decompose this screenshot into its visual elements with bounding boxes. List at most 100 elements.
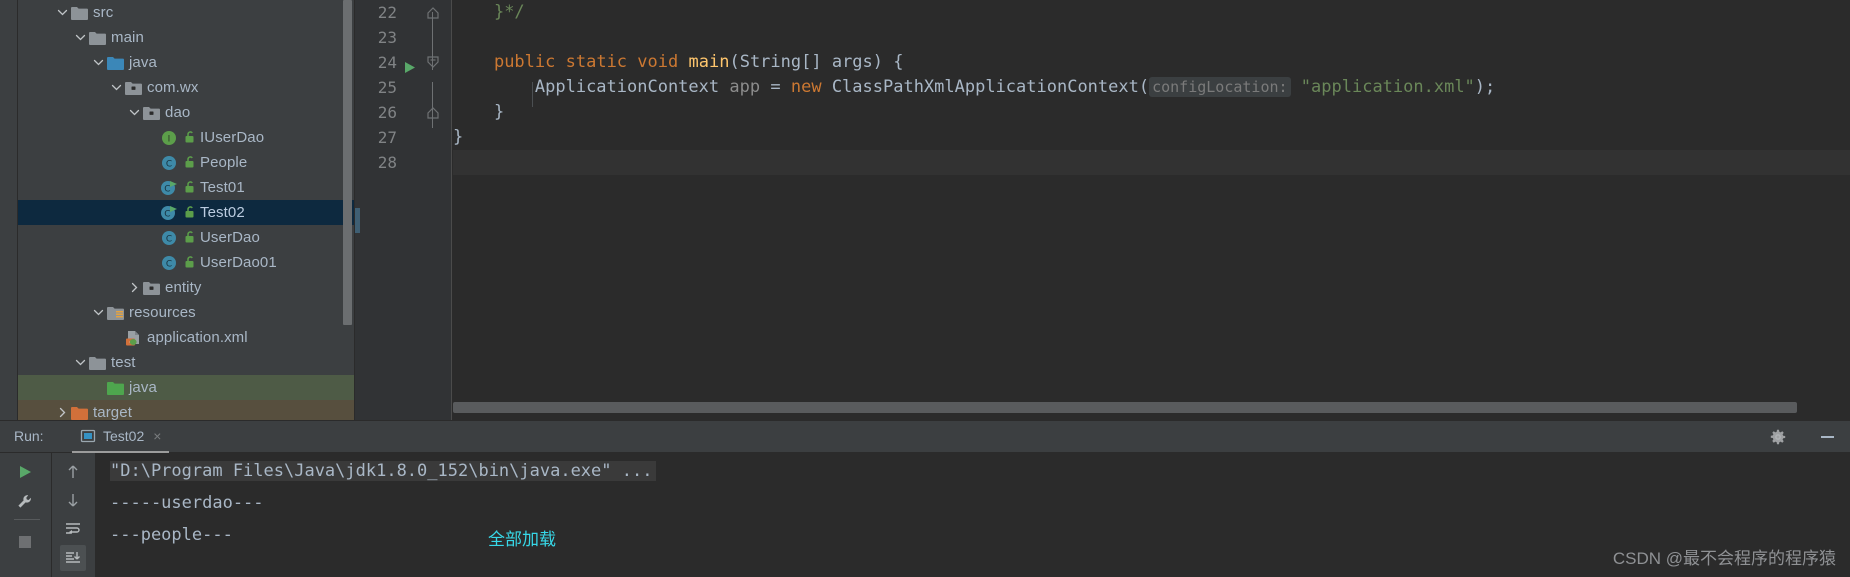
code-line-26[interactable]: } <box>453 100 504 125</box>
code-token-static: static <box>565 52 628 72</box>
chevron-down-icon[interactable] <box>72 350 88 375</box>
console-line: "D:\Program Files\Java\jdk1.8.0_152\bin\… <box>110 461 657 481</box>
tree-item-label: dao <box>165 104 191 121</box>
tree-item-test02[interactable]: C Test02 <box>18 200 355 225</box>
console-line: -----userdao--- <box>110 493 264 513</box>
tree-item-test[interactable]: test <box>18 350 355 375</box>
unlocked-padlock-icon <box>183 225 197 250</box>
prev-occurrence-button[interactable] <box>60 459 86 485</box>
fold-end-icon[interactable] <box>424 100 442 125</box>
tree-item-resources[interactable]: resources <box>18 300 355 325</box>
unlocked-padlock-icon <box>183 200 197 225</box>
run-tab-test02[interactable]: Test02 × <box>72 421 170 453</box>
tree-item-target[interactable]: target <box>18 400 355 420</box>
scroll-to-end-button[interactable] <box>60 545 86 571</box>
chevron-down-icon[interactable] <box>90 300 106 325</box>
code-text-area[interactable]: }*/ public static void main(String[] arg… <box>453 0 1850 420</box>
code-line-24[interactable]: public static void main(String[] args) { <box>453 50 904 75</box>
tree-item-label: Test01 <box>200 179 245 196</box>
tree-item-userdao[interactable]: C UserDao <box>18 225 355 250</box>
editor-horizontal-scrollbar-thumb[interactable] <box>453 402 1797 413</box>
tree-item-src[interactable]: src <box>18 0 355 25</box>
run-tab-label: Test02 <box>103 428 145 444</box>
code-line-25[interactable]: ApplicationContext app = new ClassPathXm… <box>453 75 1495 100</box>
line-number: 24 <box>377 53 397 72</box>
tree-item-label: target <box>93 404 132 420</box>
gear-icon[interactable] <box>1770 429 1786 445</box>
package-icon <box>142 100 160 125</box>
left-tool-rail <box>0 0 18 420</box>
console-output[interactable]: "D:\Program Files\Java\jdk1.8.0_152\bin\… <box>96 453 1850 577</box>
close-icon[interactable]: × <box>153 429 161 443</box>
code-token-string-literal: "application.xml" <box>1290 77 1475 97</box>
chevron-down-icon[interactable] <box>126 100 142 125</box>
tree-item-application-xml[interactable]: < application.xml <box>18 325 355 350</box>
gutter-line-25[interactable]: 25 <box>355 75 452 100</box>
tree-item-com-wx[interactable]: com.wx <box>18 75 355 100</box>
tree-item-iuserdao[interactable]: I IUserDao <box>18 125 355 150</box>
tree-item-label: java <box>129 54 157 71</box>
tree-item-main[interactable]: main <box>18 25 355 50</box>
tree-item-label: main <box>111 29 144 46</box>
project-tool-window[interactable]: src main java com.wx dao I IUserDao C People C Tes… <box>18 0 355 420</box>
tree-item-java[interactable]: java <box>18 375 355 400</box>
svg-text:C: C <box>166 259 172 269</box>
run-gutter-icon[interactable] <box>403 56 416 73</box>
minimize-icon[interactable] <box>1821 436 1834 438</box>
code-token-paren: ( <box>729 52 740 72</box>
chevron-right-icon[interactable] <box>54 400 70 420</box>
fold-collapse-icon[interactable] <box>424 50 442 75</box>
editor-gutter[interactable]: 22 23 24 25 26 27 28 <box>355 0 452 420</box>
code-line-22[interactable]: }*/ <box>453 0 525 25</box>
tree-item-label: src <box>93 4 114 21</box>
gutter-line-28[interactable]: 28 <box>355 150 452 175</box>
chevron-down-icon[interactable] <box>54 0 70 25</box>
tree-item-userdao01[interactable]: C UserDao01 <box>18 250 355 275</box>
tree-item-test01[interactable]: C Test01 <box>18 175 355 200</box>
chevron-down-icon[interactable] <box>72 25 88 50</box>
settings-button[interactable] <box>12 489 38 515</box>
gutter-line-27[interactable]: 27 <box>355 125 452 150</box>
code-token-void: void <box>637 52 679 72</box>
code-editor[interactable]: 22 23 24 25 26 27 28 }*/ public static void ma… <box>355 0 1850 420</box>
svg-text:I: I <box>168 134 171 144</box>
editor-horizontal-scrollbar[interactable] <box>453 402 1843 413</box>
code-token-string-type: String[] <box>739 52 822 72</box>
stop-button[interactable] <box>12 529 38 555</box>
code-line-28[interactable] <box>453 150 1850 175</box>
chevron-down-icon[interactable] <box>90 50 106 75</box>
code-token-equals: = <box>770 77 781 97</box>
project-tree-vertical-scrollbar[interactable] <box>343 0 352 325</box>
gutter-line-22[interactable]: 22 <box>355 0 452 25</box>
rerun-button[interactable] <box>12 459 38 485</box>
soft-wrap-button[interactable] <box>60 516 86 542</box>
tree-item-entity[interactable]: entity <box>18 275 355 300</box>
tree-item-people[interactable]: C People <box>18 150 355 175</box>
run-tool-window: Run: Test02 × "D:\Program Files\Java\jdk… <box>0 420 1850 577</box>
unlocked-padlock-icon <box>183 250 197 275</box>
svg-text:C: C <box>166 234 172 244</box>
code-token-close-brace: } <box>453 102 505 122</box>
class-icon: C <box>160 225 178 250</box>
code-token-close-brace: } <box>453 127 464 147</box>
spring-xml-icon: < <box>124 325 142 350</box>
tree-item-label: IUserDao <box>200 129 265 146</box>
run-tool-window-header: Run: Test02 × <box>0 421 1850 453</box>
line-number: 25 <box>377 78 397 97</box>
gutter-line-23[interactable]: 23 <box>355 25 452 50</box>
fold-end-icon[interactable] <box>424 0 442 25</box>
parameter-hint: configLocation: <box>1149 77 1291 97</box>
code-token-new: new <box>790 77 822 97</box>
code-line-27[interactable]: } <box>453 125 463 150</box>
tree-item-dao[interactable]: dao <box>18 100 355 125</box>
gutter-line-26[interactable]: 26 <box>355 100 452 125</box>
code-token-ctor: ClassPathXmlApplicationContext( <box>831 77 1150 97</box>
gutter-line-24[interactable]: 24 <box>355 50 452 75</box>
line-number: 26 <box>377 103 397 122</box>
chevron-down-icon[interactable] <box>108 75 124 100</box>
tree-item-java[interactable]: java <box>18 50 355 75</box>
next-occurrence-button[interactable] <box>60 487 86 513</box>
code-token-semicolon: ); <box>1474 77 1496 97</box>
class-icon: C <box>160 250 178 275</box>
chevron-right-icon[interactable] <box>126 275 142 300</box>
